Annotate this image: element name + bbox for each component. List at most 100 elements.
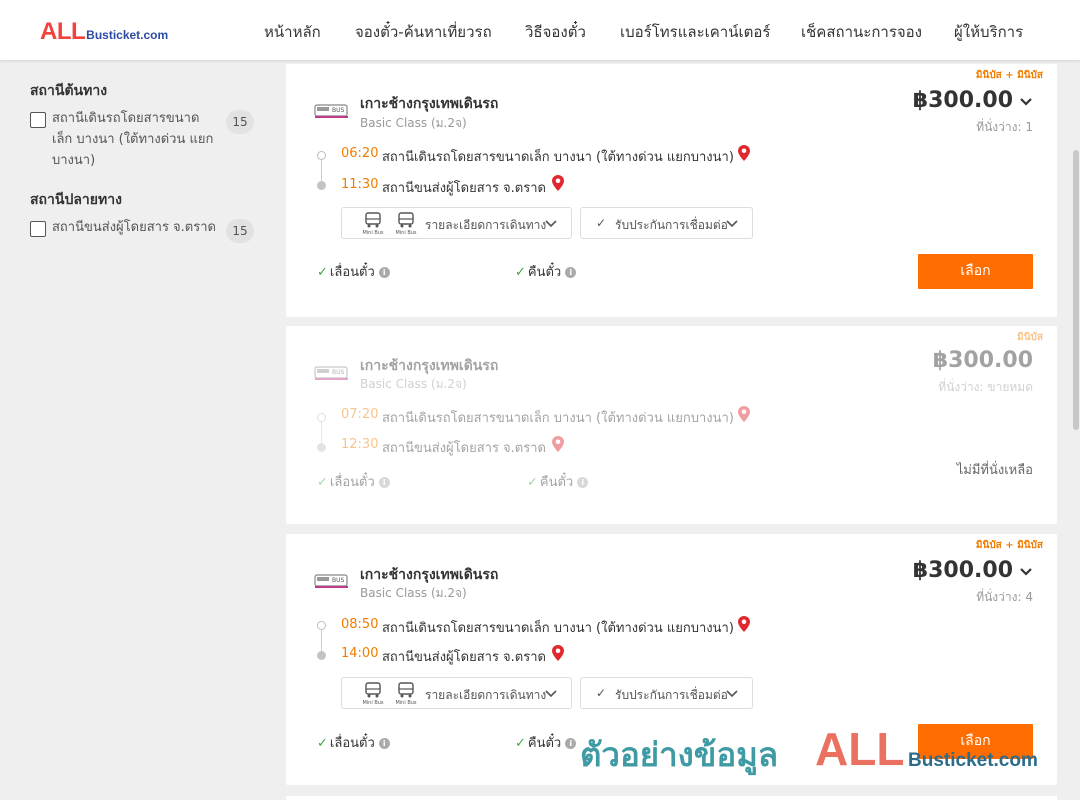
- map-pin-icon[interactable]: [738, 145, 750, 161]
- seats-available: ที่นั่งว่าง: ขายหมด: [938, 380, 1033, 394]
- check-icon: ✓: [527, 475, 538, 490]
- trip-details-button[interactable]: Mini Bus Mini Bus รายละเอียดการเดินทาง: [341, 677, 572, 709]
- check-icon: ✓: [317, 475, 328, 490]
- check-icon: ✓: [596, 216, 607, 230]
- map-pin-icon: [552, 436, 564, 452]
- arrival-time: 11:30: [341, 177, 379, 192]
- route-name: เกาะช้างกรุงเทพเดินรถ: [360, 567, 499, 583]
- destination-filter-title: สถานีปลายทาง: [30, 192, 122, 208]
- nav-check-booking[interactable]: เช็คสถานะการจอง: [801, 20, 922, 44]
- timeline-start-dot: [317, 151, 326, 160]
- change-ticket-feature: ✓ เลื่อนตั๋ว i: [317, 471, 390, 492]
- sold-out-message: ไม่มีที่นั่งเหลือ: [956, 463, 1033, 478]
- trip-details-button[interactable]: Mini Bus Mini Bus รายละเอียดการเดินทาง: [341, 207, 572, 239]
- departure-time: 06:20: [341, 146, 379, 161]
- chevron-down-icon[interactable]: [1019, 565, 1033, 579]
- trip-details-label: รายละเอียดการเดินทาง: [425, 688, 547, 702]
- refund-ticket-feature: ✓ คืนตั๋ว i: [527, 471, 589, 492]
- check-icon: ✓: [317, 265, 328, 280]
- nav-operators[interactable]: ผู้ให้บริการ: [954, 20, 1023, 44]
- map-pin-icon: [738, 406, 750, 422]
- select-trip-button[interactable]: เลือก: [918, 254, 1033, 289]
- trip-card: มินิบัส + มินิบัส BUS เกาะช้างกรุงเทพเดิ…: [286, 534, 1057, 785]
- destination-count-badge: 15: [226, 219, 254, 243]
- origin-filter-label: สถานีเดินรถโดยสารขนาดเล็ก บางนา (ใต้ทางด…: [52, 111, 214, 168]
- chevron-down-icon[interactable]: [1019, 95, 1033, 109]
- map-pin-icon[interactable]: [552, 175, 564, 191]
- next-trip-card-edge: [286, 796, 1057, 800]
- destination-filter-label: สถานีขนส่งผู้โดยสาร จ.ตราด: [52, 220, 216, 235]
- departure-time: 08:50: [341, 617, 379, 632]
- timeline-start-dot: [317, 621, 326, 630]
- bus-class: Basic Class (ม.2จ): [360, 377, 467, 391]
- chevron-down-icon: [545, 220, 557, 228]
- connection-insurance-button[interactable]: ✓ รับประกันการเชื่อมต่อ: [580, 207, 753, 239]
- departure-stop: สถานีเดินรถโดยสารขนาดเล็ก บางนา (ใต้ทางด…: [382, 411, 734, 426]
- bus-class: Basic Class (ม.2จ): [360, 586, 467, 600]
- connection-insurance-button[interactable]: ✓ รับประกันการเชื่อมต่อ: [580, 677, 753, 709]
- mini-bus-icon: Mini Bus: [395, 681, 417, 707]
- map-pin-icon[interactable]: [738, 616, 750, 632]
- trip-details-label: รายละเอียดการเดินทาง: [425, 218, 547, 232]
- info-icon[interactable]: i: [378, 738, 390, 749]
- check-icon: ✓: [515, 736, 526, 751]
- route-name: เกาะช้างกรุงเทพเดินรถ: [360, 358, 499, 374]
- vehicle-tag: มินิบัส + มินิบัส: [975, 70, 1043, 81]
- trip-price[interactable]: ฿300.00: [913, 88, 1013, 113]
- arrival-stop: สถานีขนส่งผู้โดยสาร จ.ตราด: [382, 441, 546, 456]
- departure-stop: สถานีเดินรถโดยสารขนาดเล็ก บางนา (ใต้ทางด…: [382, 621, 734, 636]
- change-ticket-feature: ✓ เลื่อนตั๋ว i: [317, 261, 390, 282]
- mini-bus-icon: Mini Bus: [395, 211, 417, 237]
- nav-phone-counter[interactable]: เบอร์โทรและเคาน์เตอร์: [620, 20, 770, 44]
- origin-count-badge: 15: [226, 110, 254, 134]
- chevron-down-icon: [545, 690, 557, 698]
- timeline-end-dot: [317, 443, 326, 452]
- vehicle-tag: มินิบัส + มินิบัส: [975, 540, 1043, 551]
- refund-ticket-feature: ✓ คืนตั๋ว i: [515, 732, 577, 753]
- mini-bus-icon: Mini Bus: [362, 681, 384, 707]
- info-icon: i: [577, 477, 589, 488]
- trip-price: ฿300.00: [932, 348, 1033, 373]
- nav-how-to-book[interactable]: วิธีจองตั๋ว: [525, 20, 586, 44]
- chevron-down-icon: [726, 690, 738, 698]
- nav-search-trips[interactable]: จองตั๋ว-ค้นหาเที่ยวรถ: [355, 20, 492, 44]
- site-header: ALL Busticket.com หน้าหลัก จองตั๋ว-ค้นหา…: [0, 0, 1080, 60]
- select-trip-button[interactable]: เลือก: [918, 724, 1033, 759]
- destination-checkbox[interactable]: [30, 221, 46, 237]
- svg-text:BUS: BUS: [332, 107, 345, 114]
- map-pin-icon[interactable]: [552, 645, 564, 661]
- seats-available: ที่นั่งว่าง: 1: [976, 120, 1033, 134]
- departure-time: 07:20: [341, 407, 379, 422]
- departure-stop: สถานีเดินรถโดยสารขนาดเล็ก บางนา (ใต้ทางด…: [382, 150, 734, 165]
- page-scrollbar[interactable]: [1073, 150, 1079, 430]
- bus-class: Basic Class (ม.2จ): [360, 116, 467, 130]
- mini-bus-icon: Mini Bus: [362, 211, 384, 237]
- change-ticket-feature: ✓ เลื่อนตั๋ว i: [317, 732, 390, 753]
- trip-card-sold-out: มินิบัส BUS เกาะช้างกรุงเทพเดินรถ Basic …: [286, 326, 1057, 524]
- trip-card: มินิบัส + มินิบัส BUS เกาะช้างกรุงเทพเดิ…: [286, 64, 1057, 317]
- filter-sidebar: สถานีต้นทาง สถานีเดินรถโดยสารขนาดเล็ก บา…: [30, 80, 260, 256]
- timeline-end-dot: [317, 651, 326, 660]
- arrival-stop: สถานีขนส่งผู้โดยสาร จ.ตราด: [382, 181, 546, 196]
- info-icon: i: [378, 477, 390, 488]
- operator-logo-icon: BUS: [314, 104, 348, 118]
- main-nav: หน้าหลัก จองตั๋ว-ค้นหาเที่ยวรถ วิธีจองตั…: [0, 20, 1080, 41]
- arrival-time: 12:30: [341, 437, 379, 452]
- info-icon[interactable]: i: [565, 738, 577, 749]
- trip-price[interactable]: ฿300.00: [913, 558, 1013, 583]
- origin-filter-item[interactable]: สถานีเดินรถโดยสารขนาดเล็ก บางนา (ใต้ทางด…: [30, 110, 260, 171]
- connection-insurance-label: รับประกันการเชื่อมต่อ: [615, 688, 728, 702]
- arrival-time: 14:00: [341, 646, 379, 661]
- timeline-end-dot: [317, 181, 326, 190]
- svg-text:BUS: BUS: [332, 577, 345, 584]
- destination-filter-item[interactable]: สถานีขนส่งผู้โดยสาร จ.ตราด 15: [30, 219, 260, 243]
- origin-checkbox[interactable]: [30, 112, 46, 128]
- info-icon[interactable]: i: [378, 267, 390, 278]
- arrival-stop: สถานีขนส่งผู้โดยสาร จ.ตราด: [382, 650, 546, 665]
- svg-text:BUS: BUS: [332, 369, 345, 376]
- nav-home[interactable]: หน้าหลัก: [264, 20, 321, 44]
- vehicle-tag: มินิบัส: [1017, 332, 1043, 343]
- info-icon[interactable]: i: [565, 267, 577, 278]
- check-icon: ✓: [515, 265, 526, 280]
- route-name: เกาะช้างกรุงเทพเดินรถ: [360, 96, 499, 112]
